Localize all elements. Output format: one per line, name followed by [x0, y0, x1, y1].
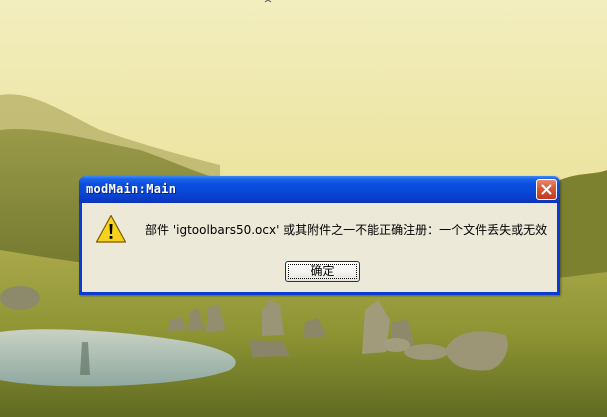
message-dialog: modMain:Main 部件 'igtoolbars50.ocx' 或其附件之… — [79, 176, 560, 295]
dialog-message: 部件 'igtoolbars50.ocx' 或其附件之一不能正确注册：一个文件丢… — [145, 223, 548, 237]
warning-icon — [95, 214, 127, 243]
desktop-wallpaper: modMain:Main 部件 'igtoolbars50.ocx' 或其附件之… — [0, 0, 607, 417]
dialog-titlebar[interactable]: modMain:Main — [79, 176, 560, 203]
close-icon — [541, 184, 552, 195]
dialog-title: modMain:Main — [86, 182, 177, 196]
close-button[interactable] — [536, 179, 557, 200]
ok-button[interactable]: 确定 — [285, 261, 360, 282]
ok-button-label: 确定 — [310, 264, 335, 278]
